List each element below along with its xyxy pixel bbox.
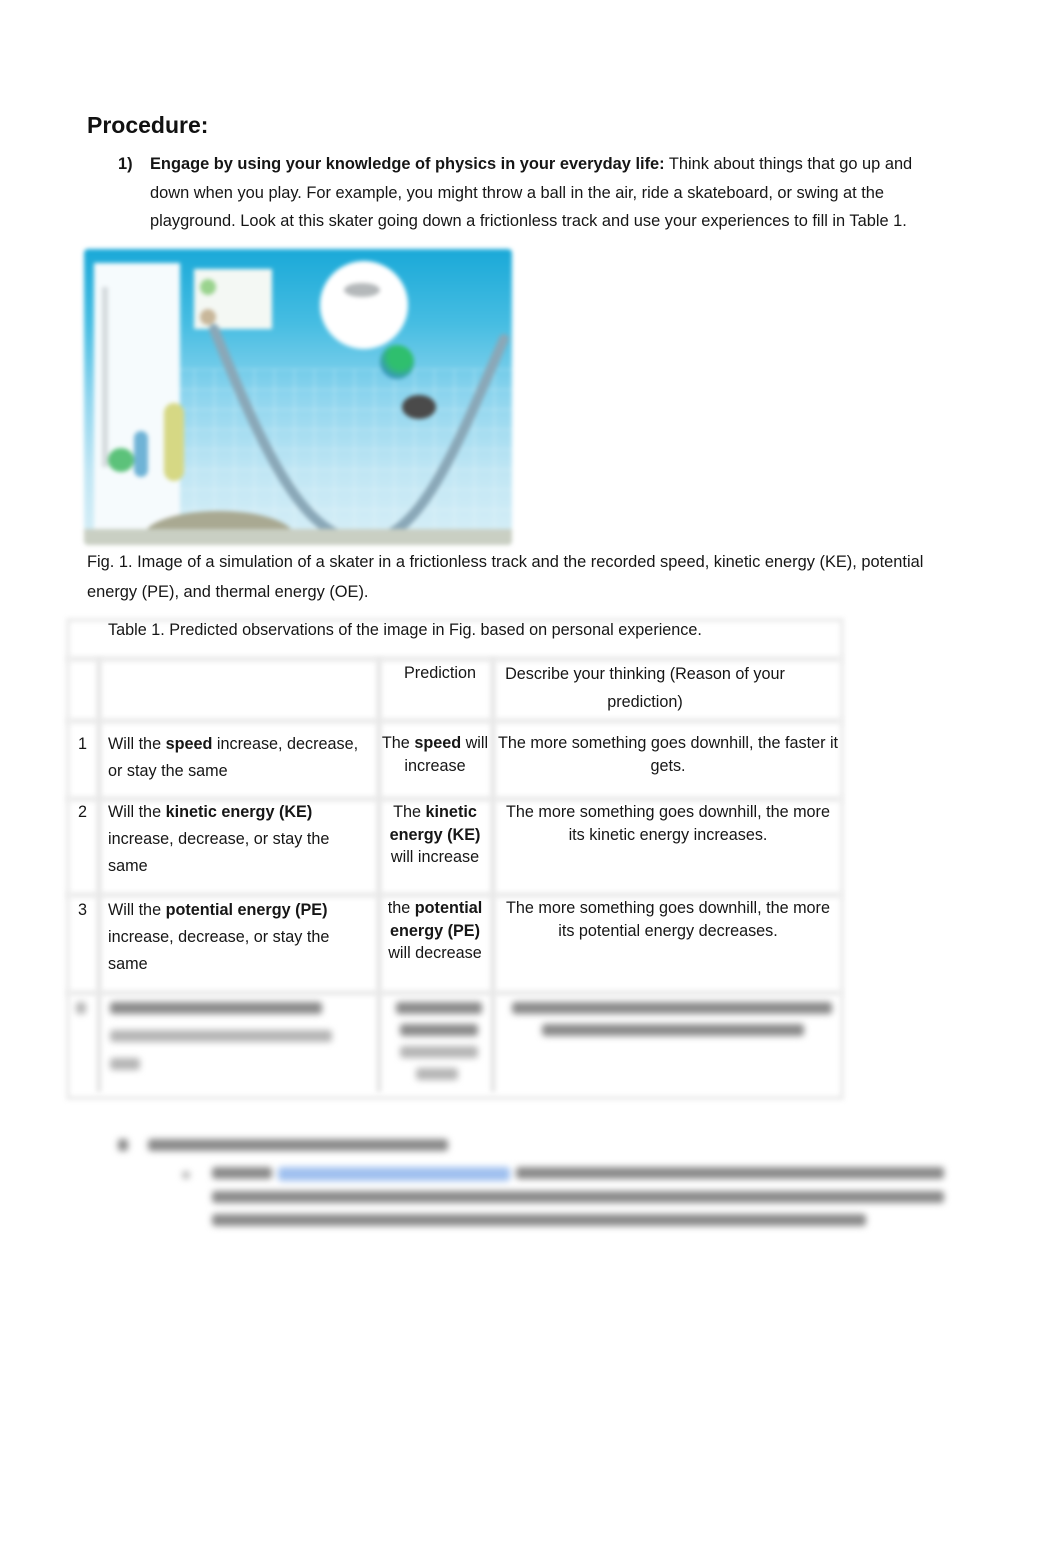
question-keyword: speed [165,735,213,753]
table-rule [66,718,842,724]
bullet-icon [182,1171,190,1179]
row-number: 1 [78,735,88,753]
skater-icon [402,395,436,419]
table-col-rule [490,658,496,1092]
row-number: 3 [78,901,88,919]
obscured-text [212,1214,866,1226]
table-title: Table 1. Predicted observations of the i… [108,621,702,639]
question-text: Will the [108,901,166,919]
obscured-text [400,1046,478,1058]
track-curve [209,324,509,545]
obscured-text [110,1030,332,1042]
table-col-rule [376,658,382,1092]
row-number: 2 [78,803,88,821]
row-reasoning: The more something goes downhill, the mo… [506,803,830,844]
procedure-step-1: 1) Engage by using your knowledge of phy… [118,150,948,236]
step-number: 1) [118,155,133,173]
question-keyword: kinetic energy (KE) [165,803,313,821]
obscured-step-heading [148,1139,448,1151]
table-rule [66,990,842,996]
question-text: Will the [108,735,166,753]
question-keyword: potential energy (PE) [165,901,328,919]
row-question: Will the potential energy (PE) increase,… [108,897,343,978]
prediction-table: Table 1. Predicted observations of the i… [66,618,844,1100]
row-prediction: the potential energy (PE) will decrease [382,897,488,965]
question-text: increase, decrease, or stay the same [108,830,330,875]
prediction-text: will increase [390,848,480,866]
obscured-text [416,1068,458,1080]
obscured-text [396,1002,482,1014]
obscured-text [76,1002,86,1014]
prediction-text: will decrease [388,944,482,962]
question-text: increase, decrease, or stay the same [108,928,330,973]
prediction-text: The [393,803,426,821]
prediction-text: The [381,734,415,752]
figure-caption: Fig. 1. Image of a simulation of a skate… [87,553,924,601]
obscured-text [400,1024,478,1036]
header-prediction: Prediction [404,664,476,682]
prediction-text: the [387,899,415,917]
obscured-link[interactable] [278,1167,510,1181]
obscured-text [212,1191,944,1203]
obscured-text [516,1167,944,1179]
row-reasoning: The more something goes downhill, the mo… [506,899,830,940]
row-prediction: The speed will increase [378,732,492,777]
table-col-rule [96,658,102,1092]
obscured-text [212,1167,272,1179]
header-reasoning: Describe your thinking (Reason of your p… [505,665,785,711]
obscured-text [110,1002,322,1014]
prediction-keyword: speed [414,734,462,752]
ground-strip [84,529,512,545]
measuring-ball-icon [380,345,414,379]
obscured-text [542,1024,804,1036]
skate-park-simulation-image [84,249,512,545]
step-lead: Engage by using your knowledge of physic… [150,155,665,173]
obscured-text [110,1058,140,1070]
row-question: Will the kinetic energy (KE) increase, d… [108,799,343,880]
row-question: Will the speed increase, decrease, or st… [108,731,373,785]
procedure-heading: Procedure: [87,112,209,138]
document-page: Procedure: 1) Engage by using your knowl… [0,0,1062,1556]
row-reasoning: The more something goes downhill, the fa… [497,734,839,775]
row-prediction: The kinetic energy (KE) will increase [388,801,482,869]
question-text: Will the [108,803,166,821]
obscured-step-number [118,1139,128,1151]
step-text: Engage by using your knowledge of physic… [150,150,948,236]
obscured-text [512,1002,832,1014]
